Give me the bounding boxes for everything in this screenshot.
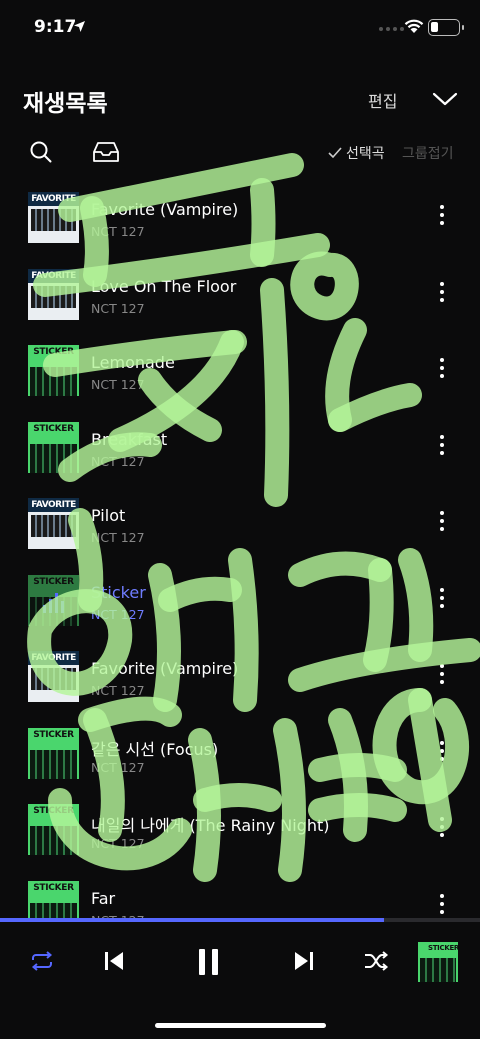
album-art-label: FAVORITE (28, 651, 79, 665)
song-artist: NCT 127 (91, 377, 145, 392)
album-art-label: STICKER (33, 423, 74, 434)
more-vertical-icon[interactable] (436, 434, 448, 461)
album-art: STICKER (28, 880, 79, 920)
song-row[interactable]: FAVORITE Love On The Floor NCT 127 (0, 257, 480, 333)
album-art: FAVORITE (28, 498, 79, 549)
song-title: Love On The Floor (91, 276, 237, 296)
song-row[interactable]: STICKER Lemonade NCT 127 (0, 333, 480, 409)
song-title: Favorite (Vampire) (91, 200, 239, 219)
song-row[interactable]: STICKER Far NCT 127 (0, 869, 480, 920)
more-vertical-icon[interactable] (436, 664, 448, 690)
status-time: 9:17 (34, 17, 77, 37)
album-art-label: FAVORITE (28, 268, 79, 283)
song-row[interactable]: FAVORITE Pilot NCT 127 (0, 486, 480, 562)
song-row[interactable]: STICKER 같은 시선 (Focus) NCT 127 (0, 716, 480, 792)
album-art: FAVORITE (28, 192, 79, 243)
song-artist: NCT 127 (91, 683, 145, 698)
song-title: Favorite (Vampire) (91, 659, 239, 678)
now-playing-equalizer-icon (43, 592, 64, 613)
edit-button[interactable]: 편집 (368, 88, 397, 112)
album-art: FAVORITE (28, 268, 79, 320)
shuffle-icon[interactable] (362, 947, 390, 975)
more-vertical-icon[interactable] (436, 817, 448, 843)
check-icon (328, 147, 342, 159)
playlist-header: 재생목록 편집 (0, 80, 480, 120)
album-art-label: FAVORITE (28, 192, 79, 206)
selected-songs-button[interactable]: 선택곡 (328, 143, 385, 163)
album-art: STICKER (28, 804, 79, 855)
more-vertical-icon[interactable] (436, 205, 448, 231)
more-vertical-icon[interactable] (436, 281, 448, 308)
song-row[interactable]: FAVORITE Favorite (Vampire) NCT 127 (0, 639, 480, 715)
album-art-label: STICKER (33, 882, 74, 893)
song-artist: NCT 127 (91, 453, 145, 469)
selected-songs-label: 선택곡 (346, 146, 385, 162)
next-icon[interactable] (292, 947, 316, 975)
album-art-label: STICKER (33, 347, 74, 357)
song-title: Sticker (91, 582, 146, 602)
inbox-icon[interactable] (92, 140, 120, 164)
home-indicator[interactable] (155, 1023, 326, 1028)
more-vertical-icon[interactable] (436, 893, 448, 920)
song-list: FAVORITE Favorite (Vampire) NCT 127 FAVORIT… (0, 180, 480, 920)
album-art: FAVORITE (28, 651, 79, 702)
song-title: Far (91, 888, 116, 908)
song-row[interactable]: STICKER Sticker NCT 127 (0, 563, 480, 639)
song-row[interactable]: STICKER 내일의 나에게 (The Rainy Night) NCT 127 (0, 792, 480, 868)
cellular-signal-icon (379, 27, 404, 31)
song-artist: NCT 127 (91, 224, 145, 239)
now-playing-album-art[interactable]: STICKER (418, 942, 458, 982)
chevron-down-icon[interactable] (432, 86, 458, 112)
song-title: Breakfast (91, 429, 168, 449)
pause-icon[interactable] (196, 946, 222, 978)
song-row[interactable]: FAVORITE Favorite (Vampire) NCT 127 (0, 180, 480, 256)
search-icon[interactable] (29, 140, 53, 164)
group-fold-button[interactable]: 그룹접기 (402, 143, 454, 163)
album-art: STICKER (28, 345, 79, 396)
album-art-label: STICKER (33, 806, 74, 816)
song-artist: NCT 127 (91, 300, 145, 316)
now-playing-art-label: STICKER (427, 944, 458, 952)
status-bar: 9:17 (0, 0, 480, 56)
album-art-label: FAVORITE (28, 498, 79, 512)
song-title: 내일의 나에게 (The Rainy Night) (91, 816, 330, 835)
album-art: STICKER (28, 727, 79, 779)
song-artist: NCT 127 (91, 759, 145, 775)
battery-icon (428, 19, 464, 36)
song-title: Pilot (91, 506, 126, 525)
song-title: 같은 시선 (Focus) (91, 739, 219, 759)
repeat-icon[interactable] (28, 947, 56, 975)
album-art: STICKER (28, 421, 79, 473)
song-artist: NCT 127 (91, 836, 145, 851)
album-art-label: STICKER (33, 729, 74, 740)
song-artist: NCT 127 (91, 606, 145, 622)
song-row[interactable]: STICKER Breakfast NCT 127 (0, 410, 480, 486)
song-artist: NCT 127 (91, 530, 145, 545)
page-title: 재생목록 (23, 91, 108, 117)
previous-icon[interactable] (102, 947, 126, 975)
wifi-icon (404, 19, 424, 33)
player-bar: STICKER (0, 922, 480, 1002)
playlist-toolbar: 선택곡 그룹접기 (0, 138, 480, 168)
more-vertical-icon[interactable] (436, 511, 448, 537)
location-arrow-icon (74, 21, 85, 32)
song-title: Lemonade (91, 353, 175, 372)
more-vertical-icon[interactable] (436, 358, 448, 384)
more-vertical-icon[interactable] (436, 587, 448, 614)
album-art-label: STICKER (33, 576, 74, 587)
more-vertical-icon[interactable] (436, 740, 448, 767)
